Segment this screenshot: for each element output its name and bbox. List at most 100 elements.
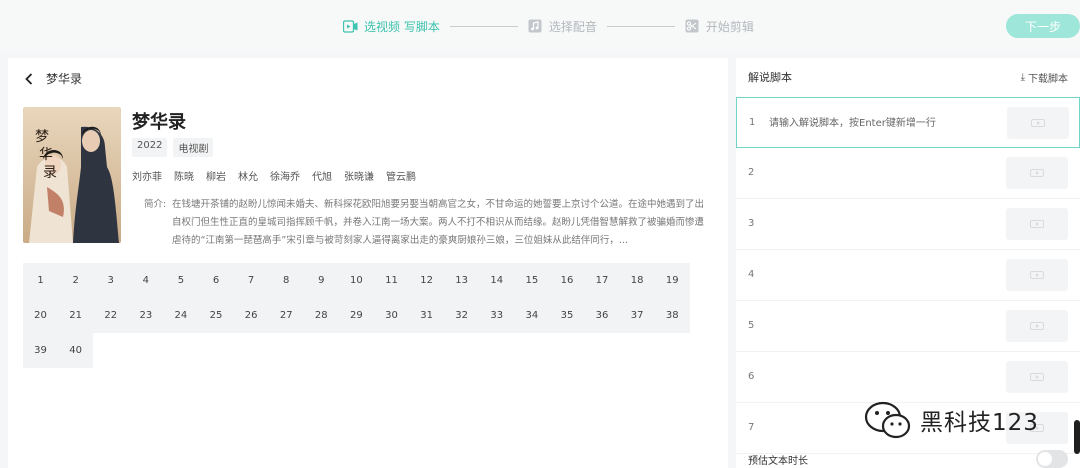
episode-button[interactable]: 22 [93,298,129,333]
step-select-voice[interactable]: 选择配音 [528,18,597,35]
episode-button[interactable]: 16 [549,263,585,298]
cast-member[interactable]: 徐海乔 [270,168,300,183]
episode-button[interactable]: 14 [479,263,515,298]
episode-button[interactable]: 19 [654,263,690,298]
row-number: 1 [749,117,756,128]
episode-button[interactable]: 27 [268,298,304,333]
episode-button[interactable]: 26 [233,298,269,333]
show-tags: 2022 电视剧 [132,138,214,157]
script-row[interactable]: 4 [736,250,1080,301]
episode-button[interactable]: 13 [444,263,480,298]
episode-button[interactable]: 24 [163,298,199,333]
episode-button[interactable]: 5 [163,263,199,298]
row-action-button[interactable] [1006,361,1068,393]
back-button[interactable]: 梦华录 [24,70,82,87]
step-label: 选择配音 [548,19,597,34]
episode-button[interactable]: 21 [58,298,94,333]
episode-button[interactable]: 38 [654,298,690,333]
cast-member[interactable]: 刘亦菲 [132,168,162,183]
row-action-button[interactable] [1007,107,1069,139]
script-row[interactable]: 6 [736,352,1080,403]
script-row[interactable]: 3 [736,199,1080,250]
wechat-icon [864,401,911,439]
episode-button[interactable]: 9 [303,263,339,298]
play-icon [1030,271,1044,279]
cast-list: 刘亦菲 陈晓 柳岩 林允 徐海乔 代旭 张晓谦 管云鹏 [132,168,416,183]
episode-button[interactable]: 33 [479,298,515,333]
episode-button[interactable]: 20 [23,298,59,333]
episode-button[interactable]: 39 [23,333,59,368]
type-tag: 电视剧 [173,138,214,157]
duration-toggle[interactable] [1036,450,1068,468]
cast-member[interactable]: 陈晓 [174,168,194,183]
step-start-edit[interactable]: 开始剪辑 [685,18,754,35]
play-icon [1030,322,1044,330]
video-icon [343,19,358,33]
music-icon [528,19,543,33]
script-header: 解说脚本 ⤓ 下载脚本 [736,58,1080,96]
step-connector [449,25,518,27]
episode-button[interactable]: 4 [128,263,164,298]
script-row[interactable]: 2 [736,148,1080,199]
episode-button[interactable]: 32 [444,298,480,333]
script-row[interactable]: 1 [736,97,1080,148]
episode-button[interactable]: 30 [373,298,410,333]
step-select-video[interactable]: 选视频 写脚本 [343,18,440,35]
watermark-text: 黑科技123 [920,410,1039,436]
episode-button[interactable]: 37 [619,298,655,333]
watermark: 黑科技123 [864,400,1039,440]
episode-button[interactable]: 23 [128,298,164,333]
cast-member[interactable]: 代旭 [312,168,332,183]
next-button[interactable]: 下一步 [1006,14,1080,38]
row-number: 7 [748,422,755,433]
episode-button[interactable]: 40 [58,333,94,368]
row-number: 5 [748,320,755,331]
episode-button[interactable]: 36 [584,298,620,333]
script-row[interactable]: 5 [736,301,1080,352]
episode-button[interactable]: 8 [268,263,304,298]
episode-button[interactable]: 29 [338,298,374,333]
episode-button[interactable]: 11 [373,263,410,298]
row-action-button[interactable] [1006,259,1068,291]
episode-button[interactable]: 15 [514,263,550,298]
svg-text:华: 华 [39,147,53,163]
episode-button[interactable]: 12 [409,263,445,298]
scrollbar-thumb[interactable] [1074,420,1080,454]
episode-button[interactable]: 35 [549,298,585,333]
episode-grid: 1 2 3 4 5 6 7 8 9 10 11 12 13 14 15 16 17 18 19 20 21 22 23 24 2… [23,263,691,368]
row-number: 6 [748,371,755,382]
synopsis-text: 在钱塘开茶铺的赵盼儿惊闻未婚夫、新科探花欧阳旭要另娶当朝高官之女，不甘命运的她誓… [172,199,705,246]
row-number: 3 [748,218,755,229]
row-number: 4 [748,269,755,280]
show-poster: 梦 华 录 [23,107,121,243]
episode-button[interactable]: 31 [409,298,445,333]
episode-button[interactable]: 10 [338,263,374,298]
cast-member[interactable]: 管云鹏 [386,168,416,183]
script-input[interactable] [769,104,999,142]
synopsis: 简介: 在钱塘开茶铺的赵盼儿惊闻未婚夫、新科探花欧阳旭要另娶当朝高官之女，不甘命… [144,196,716,250]
row-number: 2 [748,167,755,178]
chevron-left-icon [25,72,33,85]
download-script-button[interactable]: ⤓ 下载脚本 [1021,70,1068,85]
episode-button[interactable]: 7 [233,263,269,298]
row-action-button[interactable] [1006,157,1068,189]
episode-button[interactable]: 28 [303,298,339,333]
cast-member[interactable]: 林允 [238,168,258,183]
play-icon [1031,119,1045,127]
episode-button[interactable]: 17 [584,263,620,298]
download-icon: ⤓ [1020,71,1025,83]
episode-button[interactable]: 6 [198,263,234,298]
cast-member[interactable]: 张晓谦 [344,168,374,183]
episode-button[interactable]: 18 [619,263,655,298]
episode-button[interactable]: 1 [23,263,59,298]
row-action-button[interactable] [1006,310,1068,342]
scissors-icon [685,19,700,33]
cast-member[interactable]: 柳岩 [206,168,226,183]
episode-button[interactable]: 3 [93,263,129,298]
video-panel: 梦华录 梦 华 录 梦华录 2022 电视剧 刘亦菲 陈晓 柳岩 林允徐海乔 代… [8,58,728,468]
episode-button[interactable]: 2 [58,263,94,298]
row-action-button[interactable] [1006,208,1068,240]
episode-button[interactable]: 34 [514,298,550,333]
episode-button[interactable]: 25 [198,298,234,333]
script-title: 解说脚本 [748,71,792,84]
